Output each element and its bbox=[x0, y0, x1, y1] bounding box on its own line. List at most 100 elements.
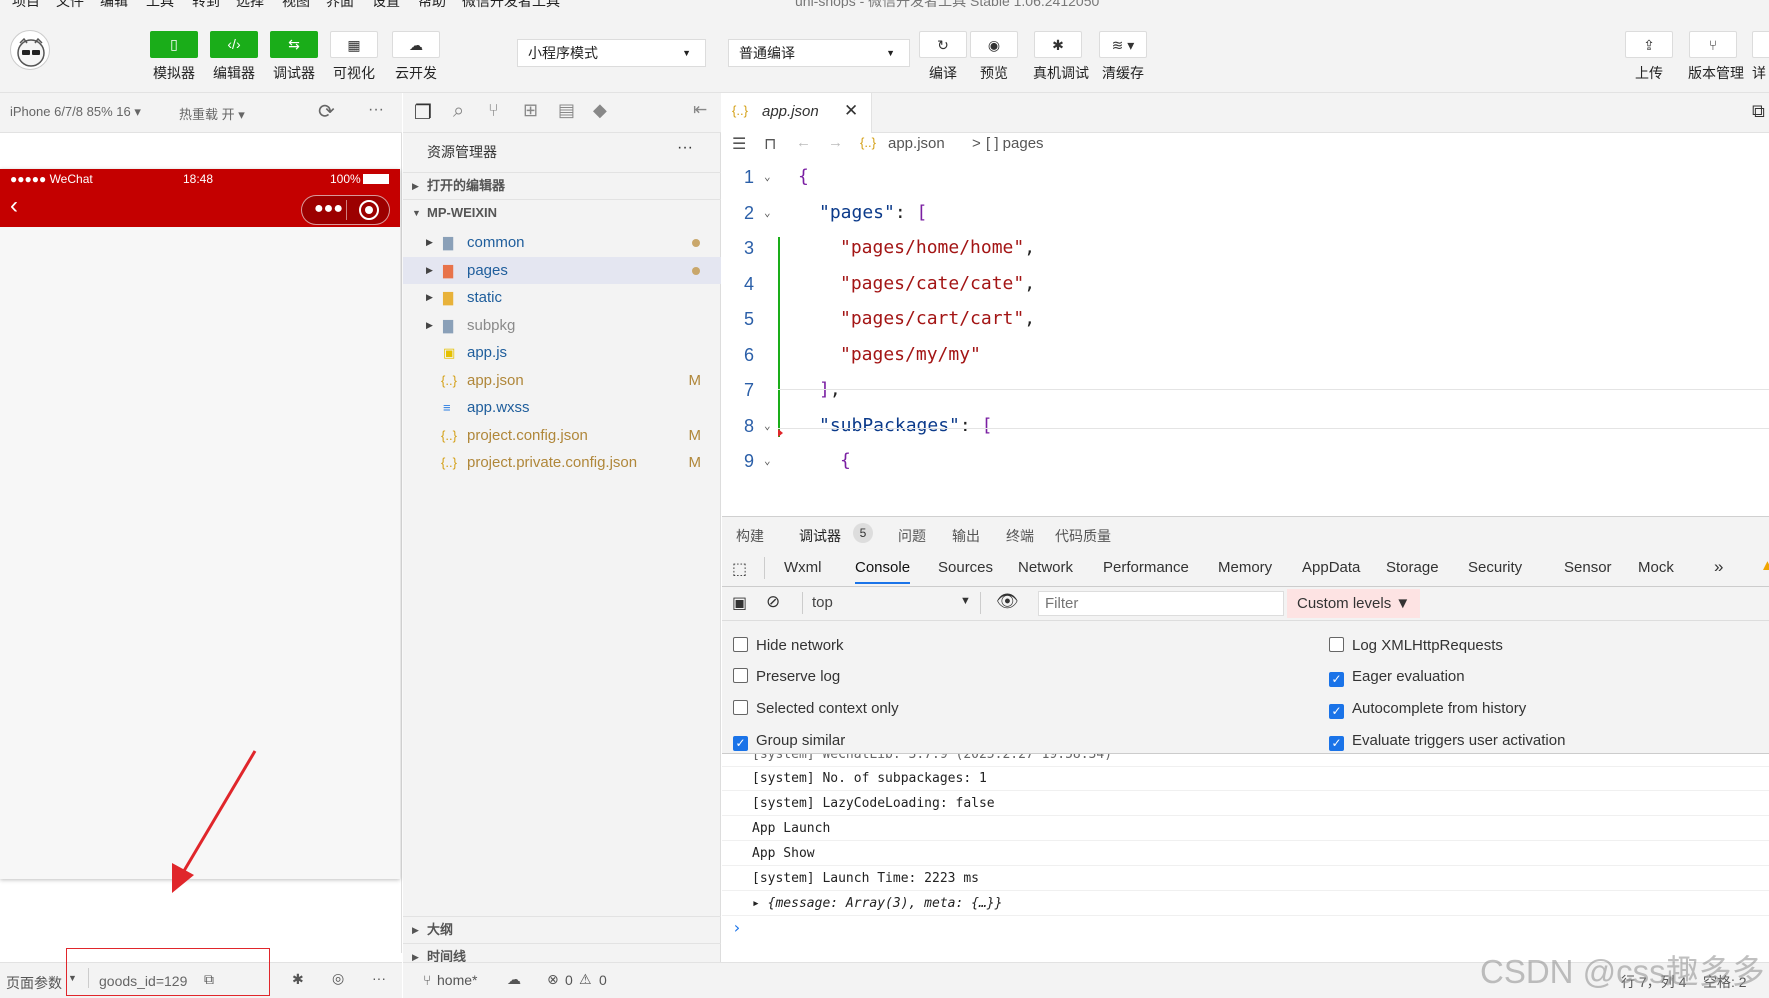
debugger-button[interactable]: ⇆ 调试器 bbox=[269, 31, 319, 83]
open-editors-section[interactable]: ▶ 打开的编辑器 bbox=[403, 172, 721, 198]
checkbox-icon[interactable] bbox=[733, 668, 748, 683]
warning-count[interactable]: 0 bbox=[599, 972, 607, 988]
back-icon[interactable]: ← bbox=[796, 134, 811, 151]
outline-section[interactable]: ▶ 大纲 bbox=[403, 916, 721, 942]
close-icon[interactable]: ✕ bbox=[844, 101, 858, 121]
sync-icon[interactable]: ☁ bbox=[507, 971, 521, 988]
avatar[interactable] bbox=[10, 30, 50, 70]
menu-settings[interactable]: 设置 bbox=[372, 0, 400, 8]
clear-cache-button[interactable]: ≋ ▾ 清缓存 bbox=[1098, 31, 1148, 83]
tree-item-subpkg[interactable]: ▶ ▇ subpkg bbox=[403, 312, 721, 339]
simulator-button[interactable]: ▯ 模拟器 bbox=[149, 31, 199, 83]
devtools-tab-sensor[interactable]: Sensor bbox=[1564, 559, 1612, 576]
version-button[interactable]: ⑂ 版本管理 bbox=[1688, 31, 1744, 83]
chevron-down-icon[interactable]: ▼ bbox=[960, 595, 971, 607]
levels-select[interactable]: Custom levels ▼ bbox=[1287, 589, 1421, 618]
checkmark-icon[interactable]: ✓ bbox=[1329, 736, 1344, 751]
list-icon[interactable]: ☰ bbox=[732, 134, 746, 154]
checkmark-icon[interactable]: ✓ bbox=[1329, 672, 1344, 687]
context-select[interactable]: top bbox=[812, 594, 833, 611]
devtools-tab-sources[interactable]: Sources bbox=[938, 559, 993, 576]
hot-reload-toggle[interactable]: 热重载 开 ▾ bbox=[179, 104, 245, 123]
menu-edit[interactable]: 编辑 bbox=[100, 0, 128, 8]
devtools-tab-network[interactable]: Network bbox=[1018, 559, 1073, 576]
tree-item-project-private-config-json[interactable]: {..} project.private.config.json M bbox=[403, 449, 721, 476]
eye-icon[interactable]: ◎ bbox=[332, 970, 344, 987]
devtools-tab-security[interactable]: Security bbox=[1468, 559, 1522, 576]
bug-icon[interactable]: ✱ bbox=[292, 971, 304, 988]
checkbox-icon[interactable] bbox=[1329, 637, 1344, 652]
setting-checkbox[interactable]: Log XMLHttpRequests bbox=[1329, 636, 1503, 656]
log-row[interactable]: ▸ {message: Array(3), meta: {…}} bbox=[722, 891, 1769, 916]
panel-tab-terminal[interactable]: 终端 bbox=[1006, 526, 1034, 546]
more-tabs-icon[interactable]: » bbox=[1714, 557, 1723, 577]
fold-chevron-icon[interactable]: ⌄ bbox=[764, 193, 771, 233]
panel-tab-debugger[interactable]: 调试器 bbox=[799, 526, 841, 546]
panel-tab-problems[interactable]: 问题 bbox=[898, 526, 926, 546]
fold-chevron-icon[interactable]: ⌄ bbox=[764, 441, 771, 481]
more-dots-icon[interactable]: ●●● bbox=[314, 200, 343, 218]
more-icon[interactable]: ··· bbox=[372, 970, 386, 986]
tree-item-project-config-json[interactable]: {..} project.config.json M bbox=[403, 422, 721, 449]
devtools-tab-appdata[interactable]: AppData bbox=[1302, 559, 1360, 576]
preview-button[interactable]: ◉ 预览 bbox=[969, 31, 1019, 83]
setting-checkbox[interactable]: Hide network bbox=[733, 636, 844, 656]
warning-icon[interactable]: ▲ bbox=[1760, 557, 1769, 574]
breadcrumb-file[interactable]: app.json bbox=[888, 135, 945, 152]
compile-select[interactable]: 普通编译 ▼ bbox=[728, 39, 910, 67]
checkbox-icon[interactable] bbox=[733, 700, 748, 715]
menu-file[interactable]: 文件 bbox=[56, 0, 84, 8]
inspect-icon[interactable]: ⬚ bbox=[732, 559, 747, 579]
forward-icon[interactable]: → bbox=[828, 134, 843, 151]
search-icon[interactable]: ⌕ bbox=[453, 100, 464, 123]
menu-help[interactable]: 帮助 bbox=[418, 0, 446, 8]
visual-button[interactable]: ▦ 可视化 bbox=[329, 31, 379, 83]
breadcrumb-node[interactable]: [ ] pages bbox=[986, 135, 1044, 152]
extensions-icon[interactable]: ⊞ bbox=[523, 100, 538, 121]
panel-tab-code-quality[interactable]: 代码质量 bbox=[1055, 526, 1111, 546]
menu-devtools[interactable]: 微信开发者工具 bbox=[462, 0, 560, 8]
setting-checkbox[interactable]: ✓ Group similar bbox=[733, 731, 845, 751]
menu-goto[interactable]: 转到 bbox=[192, 0, 220, 8]
root-folder-section[interactable]: ▼ MP-WEIXIN bbox=[403, 199, 721, 225]
tree-item-app-js[interactable]: ▣ app.js bbox=[403, 339, 721, 366]
checkmark-icon[interactable]: ✓ bbox=[733, 736, 748, 751]
checkbox-icon[interactable] bbox=[733, 637, 748, 652]
filter-input[interactable] bbox=[1038, 591, 1284, 616]
details-button[interactable]: 详 bbox=[1752, 31, 1769, 83]
bookmark-icon[interactable]: ⊓ bbox=[764, 134, 776, 154]
setting-checkbox[interactable]: Preserve log bbox=[733, 667, 840, 687]
more-icon[interactable]: ··· bbox=[677, 139, 693, 157]
menu-tools[interactable]: 工具 bbox=[146, 0, 174, 8]
tree-item-common[interactable]: ▶ ▇ common bbox=[403, 229, 721, 256]
split-editor-icon[interactable]: ⧉ bbox=[1752, 101, 1765, 122]
setting-checkbox[interactable]: ✓ Evaluate triggers user activation bbox=[1329, 731, 1565, 751]
devtools-tab-storage[interactable]: Storage bbox=[1386, 559, 1439, 576]
save-icon[interactable]: ▤ bbox=[558, 100, 575, 121]
console-prompt[interactable]: › bbox=[732, 918, 742, 937]
editor-button[interactable]: ‹/› 编辑器 bbox=[209, 31, 259, 83]
docker-icon[interactable]: ◆ bbox=[593, 100, 607, 121]
tree-item-pages[interactable]: ▶ ▇ pages bbox=[403, 256, 721, 284]
collapse-panel-icon[interactable]: ⇤ bbox=[693, 100, 707, 120]
cloud-button[interactable]: ☁ 云开发 bbox=[391, 31, 441, 83]
tree-item-app-json[interactable]: {..} app.json M bbox=[403, 367, 721, 394]
setting-checkbox[interactable]: ✓ Eager evaluation bbox=[1329, 667, 1465, 687]
files-icon[interactable]: ❐ bbox=[414, 100, 432, 125]
menu-project[interactable]: 项目 bbox=[12, 0, 40, 8]
upload-button[interactable]: ⇪ 上传 bbox=[1624, 31, 1674, 83]
menu-view[interactable]: 视图 bbox=[282, 0, 310, 8]
panel-tab-output[interactable]: 输出 bbox=[952, 526, 980, 546]
devtools-tab-memory[interactable]: Memory bbox=[1218, 559, 1272, 576]
page-params-label[interactable]: 页面参数 bbox=[6, 973, 62, 993]
menu-interface[interactable]: 界面 bbox=[326, 0, 354, 8]
branch-label[interactable]: home* bbox=[437, 972, 477, 988]
eye-icon[interactable]: 👁 bbox=[996, 591, 1019, 612]
mode-select[interactable]: 小程序模式 ▼ bbox=[517, 39, 706, 67]
panel-tab-build[interactable]: 构建 bbox=[736, 526, 764, 546]
devtools-tab-wxml[interactable]: Wxml bbox=[784, 559, 822, 576]
more-icon[interactable]: ··· bbox=[368, 101, 384, 119]
device-select[interactable]: iPhone 6/7/8 85% 16 ▾ bbox=[10, 104, 141, 120]
setting-checkbox[interactable]: ✓ Autocomplete from history bbox=[1329, 699, 1526, 719]
devtools-tab-mock[interactable]: Mock bbox=[1638, 559, 1674, 576]
